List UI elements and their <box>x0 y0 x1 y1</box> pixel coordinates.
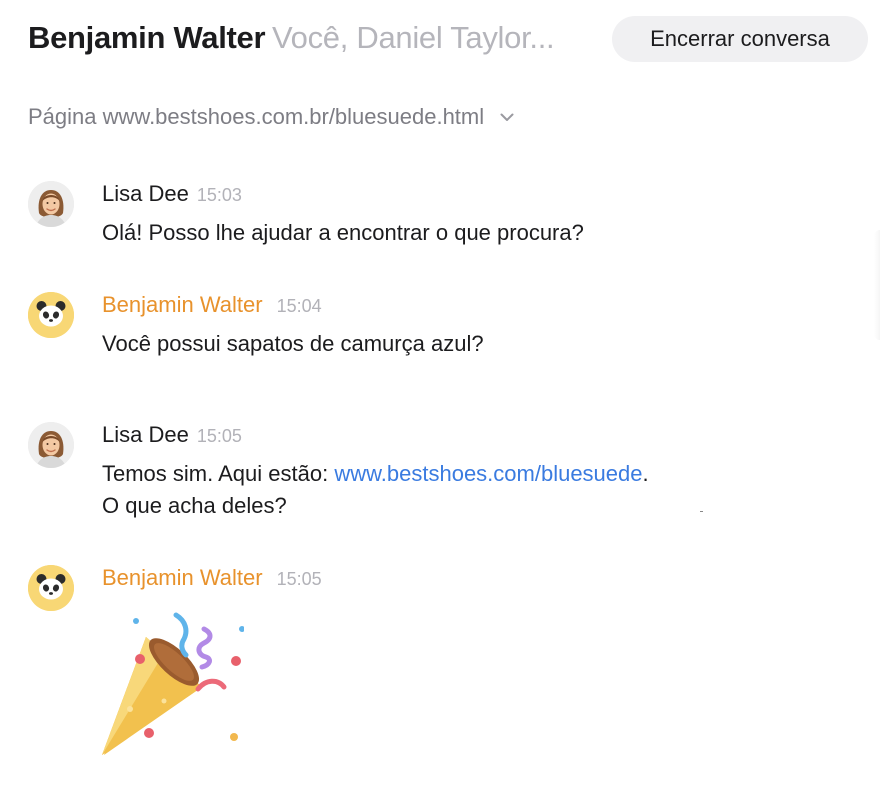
message-author: Benjamin Walter <box>102 565 263 590</box>
message-header: Lisa Dee 15:03 <box>102 181 242 207</box>
message-author: Lisa Dee <box>102 181 189 206</box>
message-link[interactable]: www.bestshoes.com/bluesuede <box>334 461 642 486</box>
message-header: Benjamin Walter 15:05 <box>102 565 322 591</box>
party-popper-icon <box>94 605 263 755</box>
side-panel-edge <box>874 230 880 340</box>
message-item: Benjamin Walter 15:05 <box>28 565 860 765</box>
chevron-down-icon <box>500 102 514 128</box>
visited-page-dropdown[interactable]: Página www.bestshoes.com.br/bluesuede.ht… <box>28 104 514 132</box>
message-text: Olá! Posso lhe ajudar a encontrar o que … <box>102 220 584 245</box>
panda-icon <box>28 565 74 611</box>
message-text-part: Temos sim. Aqui estão: <box>102 461 335 486</box>
visited-page-label: Página www.bestshoes.com.br/bluesuede.ht… <box>28 104 485 129</box>
message-time: 15:03 <box>196 185 242 205</box>
chat-participants[interactable]: Você, Daniel Taylor... <box>272 20 555 56</box>
message-header: Benjamin Walter 15:04 <box>102 292 322 318</box>
end-chat-button[interactable]: Encerrar conversa <box>612 16 868 62</box>
message-item: Lisa Dee 15:03 Olá! Posso lhe ajudar a en… <box>28 181 860 245</box>
message-time: 15:05 <box>276 569 322 589</box>
agent-avatar <box>28 422 74 468</box>
agent-avatar <box>28 181 74 227</box>
message-time: 15:04 <box>276 296 322 316</box>
message-item: Benjamin Walter 15:04 Você possui sapatos… <box>28 292 860 356</box>
message-time: 15:05 <box>196 426 242 446</box>
message-line: O que acha deles? <box>102 493 287 518</box>
message-text: Temos sim. Aqui estão: www.bestshoes.com… <box>102 458 649 522</box>
message-author: Benjamin Walter <box>102 292 263 317</box>
message-item: Lisa Dee 15:05 Temos sim. Aqui estão: www… <box>28 422 860 522</box>
message-author: Lisa Dee <box>102 422 189 447</box>
message-text-part: . <box>642 461 649 486</box>
chat-header: Benjamin Walter Você, Daniel Taylor... E… <box>28 16 868 64</box>
chat-title: Benjamin Walter <box>28 20 266 55</box>
text-cursor-mark <box>700 511 703 512</box>
message-text: Você possui sapatos de camurça azul? <box>102 331 484 356</box>
message-header: Lisa Dee 15:05 <box>102 422 242 448</box>
panda-icon <box>28 292 74 338</box>
message-line: Temos sim. Aqui estão: www.bestshoes.com… <box>102 458 649 490</box>
